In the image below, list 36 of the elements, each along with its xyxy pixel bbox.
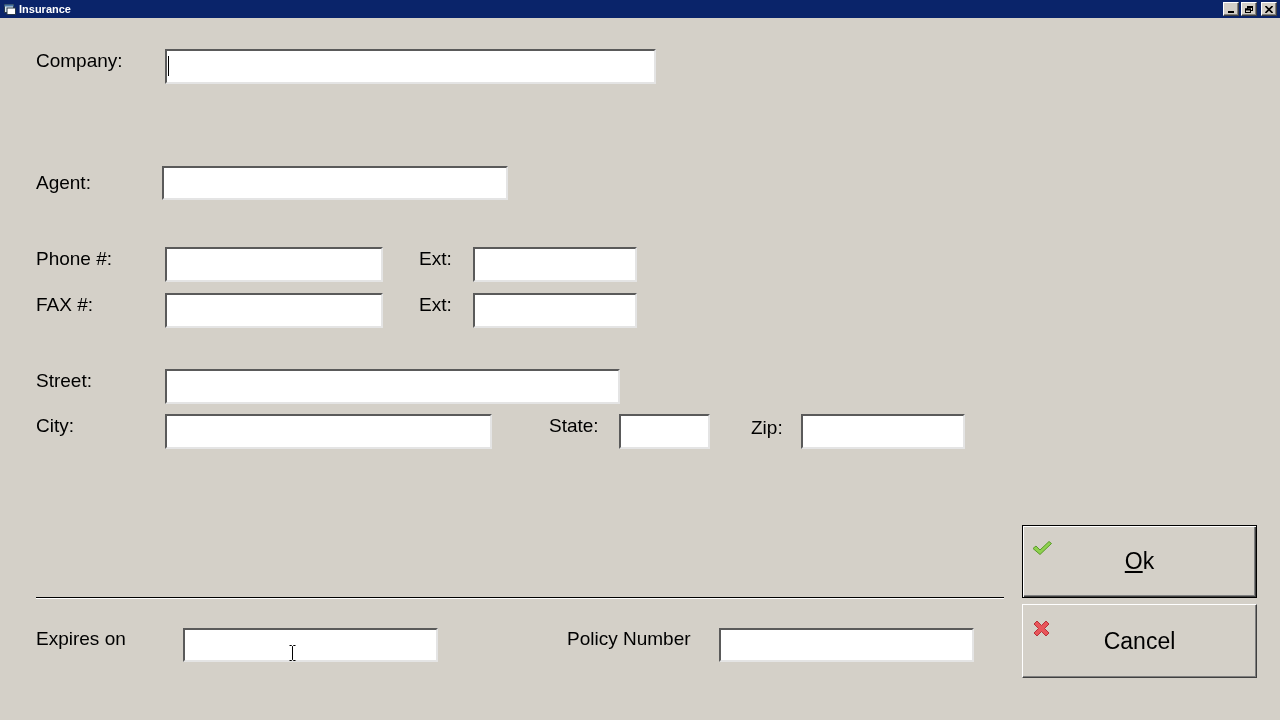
restore-button[interactable] <box>1241 2 1257 16</box>
input-field[interactable] <box>183 628 438 662</box>
field-label: Street: <box>36 369 93 392</box>
input-field[interactable] <box>801 414 965 449</box>
cancel-button[interactable]: Cancel <box>1022 604 1257 678</box>
field-label: Ext: <box>419 293 453 316</box>
restore-icon <box>1245 5 1253 13</box>
close-icon <box>1265 5 1273 13</box>
text-cursor-icon <box>168 56 169 76</box>
field-label: Company: <box>36 49 124 72</box>
input-field[interactable] <box>165 414 492 449</box>
field-label: Ext: <box>419 247 453 270</box>
x-mark-icon <box>1032 619 1051 638</box>
field-label: City: <box>36 414 75 437</box>
checkmark-icon <box>1032 540 1052 557</box>
input-field[interactable] <box>162 166 508 200</box>
field-label: State: <box>549 414 600 437</box>
input-field[interactable] <box>165 293 383 328</box>
input-field[interactable] <box>619 414 710 449</box>
input-field[interactable] <box>473 247 637 282</box>
minimize-button[interactable] <box>1223 2 1239 16</box>
input-field[interactable] <box>473 293 637 328</box>
window-icon <box>4 3 16 15</box>
field-label: Agent: <box>36 171 92 194</box>
input-field[interactable] <box>719 628 974 662</box>
field-label: Phone #: <box>36 247 114 270</box>
close-button[interactable] <box>1261 2 1277 16</box>
window-title: Insurance <box>19 2 71 16</box>
input-field[interactable] <box>165 49 656 84</box>
input-field[interactable] <box>165 247 383 282</box>
field-label: Policy Number <box>567 628 692 650</box>
ok-button[interactable]: Ok <box>1022 525 1257 598</box>
field-label: FAX #: <box>36 293 95 316</box>
field-label: Expires on <box>36 628 127 650</box>
input-field[interactable] <box>165 369 620 404</box>
field-label: Zip: <box>751 416 784 439</box>
